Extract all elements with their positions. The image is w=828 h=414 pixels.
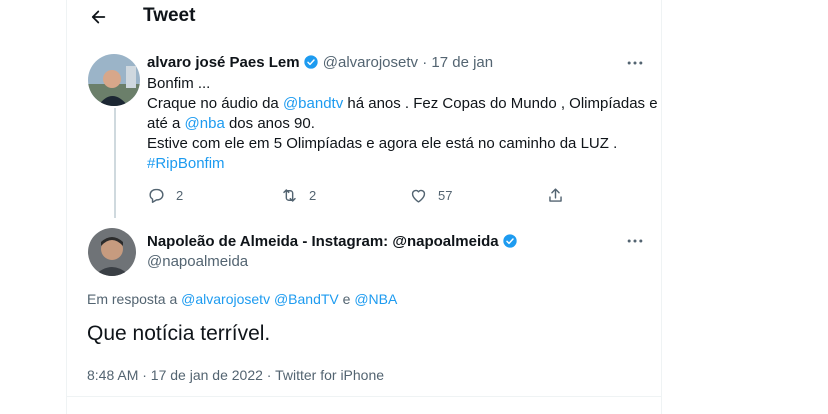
verified-badge-icon xyxy=(303,55,318,69)
verified-badge-icon xyxy=(502,234,517,248)
thread-connector xyxy=(114,108,116,218)
text-segment: Craque no áudio da xyxy=(147,95,283,112)
page-header: Tweet xyxy=(66,0,662,32)
like-count: 57 xyxy=(438,188,453,203)
tweet-text-line: Estive com ele em 5 Olimpíadas e agora e… xyxy=(147,135,618,152)
tweet-text-line: Bonfim ... xyxy=(147,75,211,92)
retweet-count: 2 xyxy=(309,188,317,203)
tweet-text-line: até a @nba dos anos 90. xyxy=(147,114,315,134)
text-segment: até a xyxy=(147,115,185,132)
avatar[interactable] xyxy=(88,54,140,106)
reply-conjunction: e xyxy=(338,291,355,307)
reply-icon xyxy=(149,188,164,203)
reply-action[interactable]: 2 xyxy=(147,186,183,205)
heart-icon xyxy=(411,189,426,203)
dot-separator: · xyxy=(422,54,428,71)
more-options-icon[interactable] xyxy=(625,231,645,251)
more-options-icon[interactable] xyxy=(625,53,645,73)
author-name[interactable]: alvaro josé Paes Lem xyxy=(147,54,300,71)
tweet-text-line: #RipBonfim xyxy=(147,154,225,174)
page-title: Tweet xyxy=(143,5,196,26)
share-icon xyxy=(549,188,562,202)
arrow-left-icon[interactable] xyxy=(86,6,108,28)
tweet-column: Tweet alvaro josé Paes Lem @alvarojosetv… xyxy=(66,0,662,414)
mention-link[interactable]: @alvarojosetv @BandTV xyxy=(181,291,339,307)
column-border-right xyxy=(661,0,662,414)
avatar[interactable] xyxy=(88,228,136,276)
author-handle[interactable]: @napoalmeida xyxy=(147,253,248,270)
tweet-text-line: Craque no áudio da @bandtv há anos . Fez… xyxy=(147,94,658,114)
author-name[interactable]: Napoleão de Almeida - Instagram: @napoal… xyxy=(147,233,499,250)
tweet-date[interactable]: 17 de jan xyxy=(431,54,493,71)
mention-link[interactable]: @nba xyxy=(185,115,225,132)
retweet-action[interactable]: 2 xyxy=(280,186,316,205)
author-handle[interactable]: @alvarojosetv xyxy=(323,54,418,71)
retweet-icon xyxy=(283,189,296,202)
hashtag-link[interactable]: #RipBonfim xyxy=(147,155,225,172)
like-action[interactable]: 57 xyxy=(409,186,452,205)
mention-link[interactable]: @NBA xyxy=(354,291,397,307)
text-segment: dos anos 90. xyxy=(224,115,315,132)
text-segment: há anos . Fez Copas do Mundo , Olimpíada… xyxy=(343,95,658,112)
reply-prefix: Em resposta a xyxy=(87,291,182,307)
column-border-left xyxy=(66,0,67,414)
reply-count: 2 xyxy=(176,188,184,203)
replying-to-line: Em resposta a @alvarojosetv @BandTV e @N… xyxy=(87,291,397,307)
author-line: Napoleão de Almeida - Instagram: @napoal… xyxy=(147,233,518,250)
divider xyxy=(66,396,662,397)
tweet-text: Que notícia terrível. xyxy=(87,322,271,345)
mention-link[interactable]: @bandtv xyxy=(283,95,343,112)
tweet-timestamp[interactable]: 8:48 AM · 17 de jan de 2022 · Twitter fo… xyxy=(87,367,384,383)
author-line: alvaro josé Paes Lem @alvarojosetv · 17 … xyxy=(147,54,493,71)
share-action[interactable] xyxy=(546,186,565,205)
